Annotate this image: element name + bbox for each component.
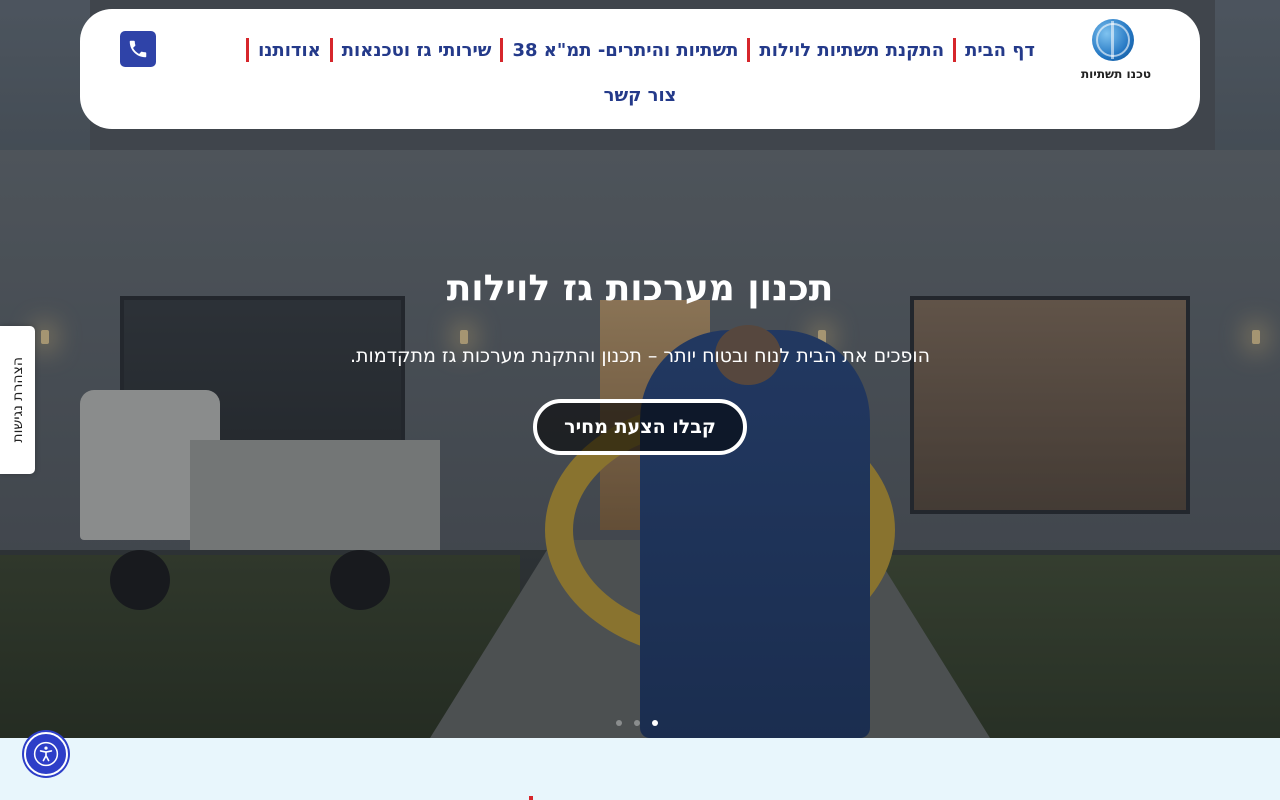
nav-item-home[interactable]: דף הבית <box>956 37 1044 63</box>
main-nav: דף הבית התקנת תשתיות לוילות תשתיות והיתר… <box>246 37 1044 63</box>
main-nav-row2: צור קשר <box>80 85 1200 111</box>
accessibility-statement-tab[interactable]: הצהרת נגישות <box>0 326 35 474</box>
nav-item-about[interactable]: אודותנו <box>249 37 330 63</box>
get-quote-button[interactable]: קבלו הצעת מחיר <box>533 399 747 455</box>
globe-logo-icon <box>1092 19 1134 61</box>
section-heading-accent <box>529 796 533 800</box>
phone-icon <box>129 40 147 58</box>
accessibility-statement-label: הצהרת נגישות <box>9 357 26 443</box>
nav-separator <box>329 38 333 62</box>
nav-item-permits-tama38[interactable]: תשתיות והיתרים- תמ"א 38 <box>503 37 747 63</box>
accessibility-button[interactable] <box>24 732 68 776</box>
slider-dot-active[interactable] <box>652 720 658 726</box>
hero-subtitle: הופכים את הבית לנוח ובטוח יותר – תכנון ו… <box>350 345 930 367</box>
slider-dot[interactable] <box>634 720 640 726</box>
nav-item-gas-services[interactable]: שירותי גז וטכנאות <box>333 37 501 63</box>
nav-separator <box>747 38 751 62</box>
site-logo[interactable]: טכנו תשתיות <box>1076 19 1156 89</box>
nav-separator <box>500 38 504 62</box>
nav-item-villa-infrastructure[interactable]: התקנת תשתיות לוילות <box>750 37 953 63</box>
nav-separator <box>246 38 250 62</box>
accessibility-icon <box>33 741 59 767</box>
phone-button[interactable] <box>120 31 156 67</box>
hero-title: תכנון מערכות גז לוילות <box>446 268 834 309</box>
nav-separator <box>953 38 957 62</box>
slider-dots <box>616 720 658 726</box>
nav-item-contact[interactable]: צור קשר <box>604 85 677 111</box>
site-header: טכנו תשתיות דף הבית התקנת תשתיות לוילות … <box>80 9 1200 129</box>
slider-dot[interactable] <box>616 720 622 726</box>
logo-text: טכנו תשתיות <box>1080 67 1152 81</box>
